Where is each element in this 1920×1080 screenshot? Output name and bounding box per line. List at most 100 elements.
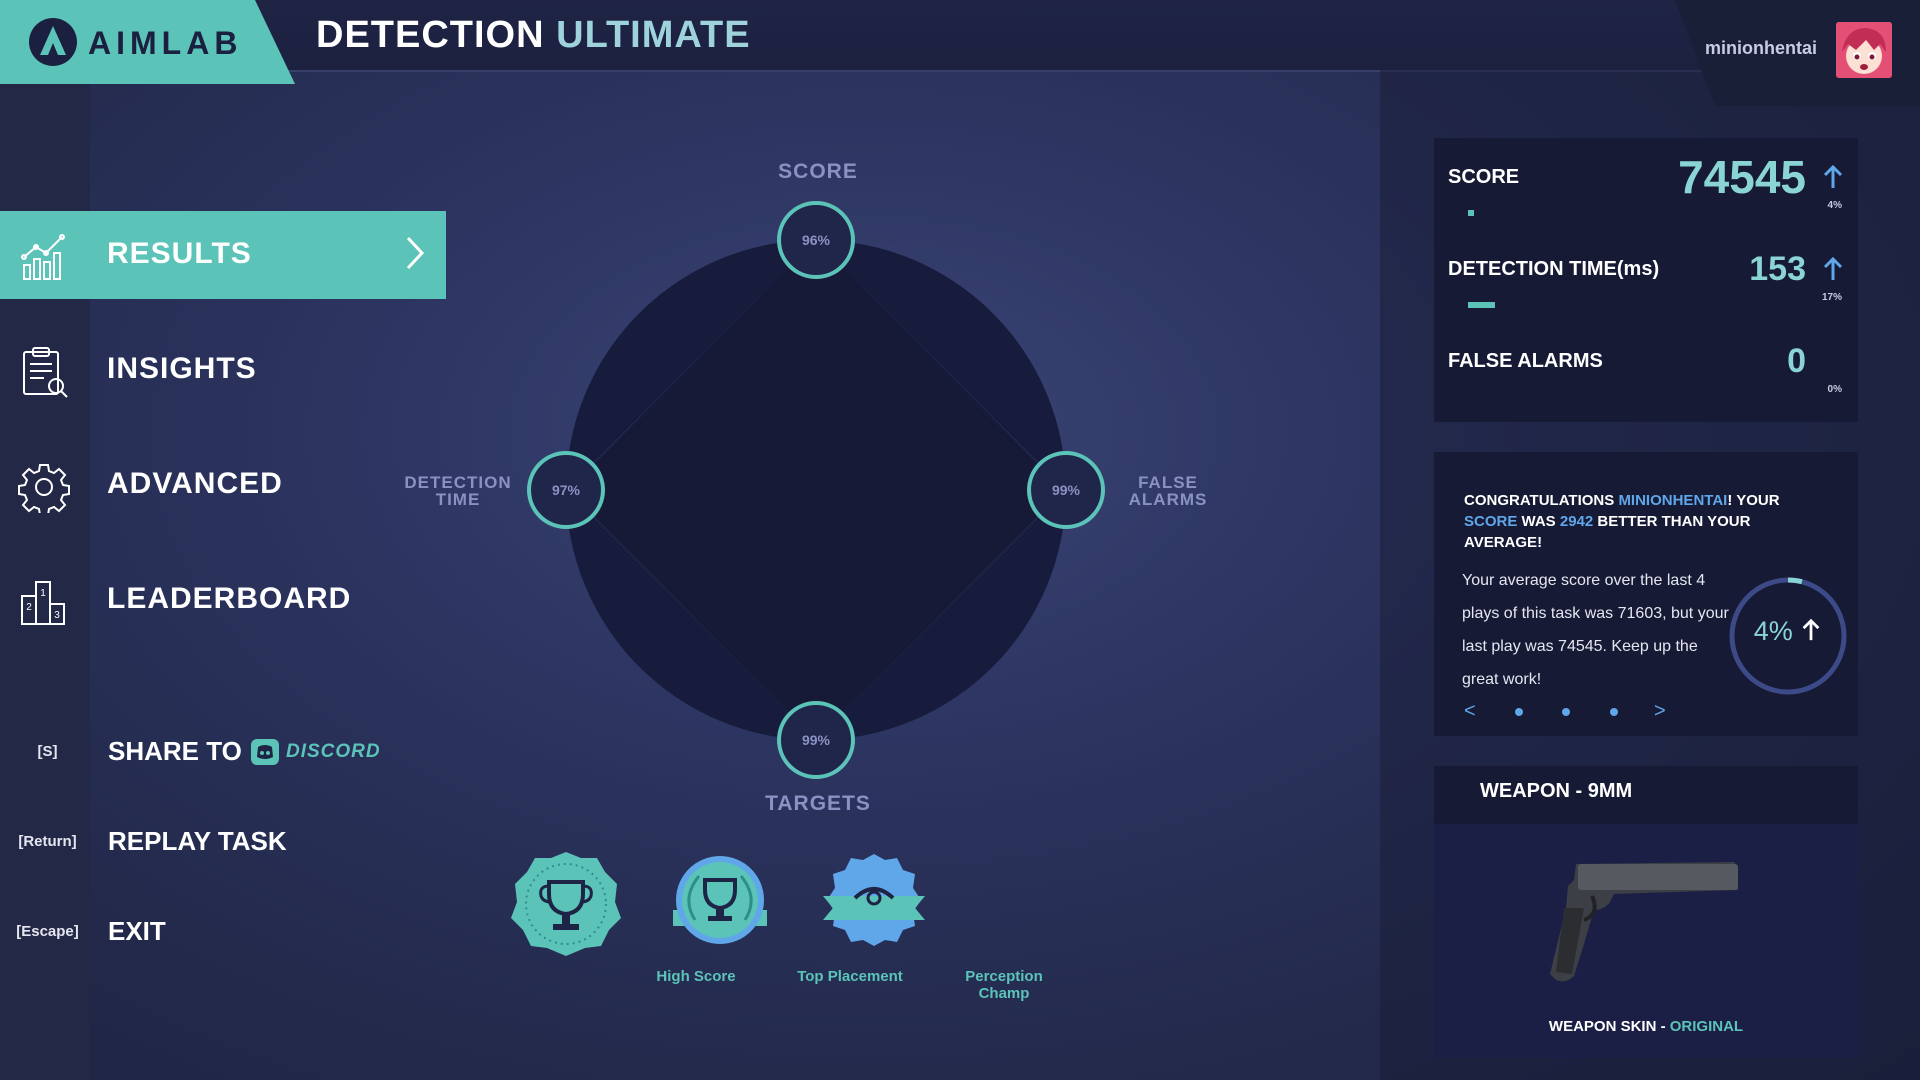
task-name: DETECTION [316,14,545,56]
gear-icon [18,464,70,513]
weapon-panel: WEAPON - 9MM WEAPON SKIN - ORIGINAL [1434,766,1858,1058]
hotkey-exit: [Escape] [16,923,79,940]
eye-icon [823,854,925,946]
nav-leaderboard[interactable]: 1 2 3 LEADERBOARD [0,556,446,644]
hotkey-share: [S] [37,743,58,760]
stat-value-score: 74545 [1678,151,1806,203]
weapon-skin-label: WEAPON SKIN - [1548,1018,1670,1035]
axis-label-false-alarms: FALSE ALARMS [1098,474,1238,508]
stat-label-score: SCORE [1448,166,1520,188]
nav-results[interactable]: RESULTS [0,211,446,299]
radar-node-false-alarms: 99% [1027,451,1105,529]
arrow-up-icon [1802,618,1820,641]
exit-action[interactable]: [Escape] EXIT [0,913,420,953]
prev-insight-button[interactable]: < [1464,700,1476,723]
congrats-username: MINIONHENTAI [1618,492,1728,509]
radar-node-value: 96% [802,232,831,248]
top-bar [0,0,1920,72]
exit-label: EXIT [108,916,166,946]
stats-panel: SCORE 74545 4% DETECTION TIME(ms) 153 17… [1434,138,1858,422]
podium-icon: 1 2 3 [21,581,65,625]
axis-label-detection-time: DETECTION TIME [388,474,528,508]
stat-row-detection-time: DETECTION TIME(ms) 153 17% [1434,242,1858,322]
congrats-score-word: SCORE [1464,513,1518,530]
pager-dot-1[interactable] [1515,708,1523,716]
badge-high-score[interactable]: High Score [501,850,736,985]
axis-label-detection-line1: DETECTION [404,473,512,492]
chevron-right-icon [406,236,425,270]
performance-radar: 96% 99% 99% 97% [527,201,1105,779]
pager-dot-2[interactable] [1562,708,1570,716]
improvement-ring: 4% [1726,574,1850,698]
arrow-up-icon [1823,256,1843,280]
username[interactable]: minionhentai [1705,38,1817,59]
stat-label-false-alarms: FALSE ALARMS [1448,350,1603,372]
badge-top-placement[interactable]: Top Placement [655,850,903,985]
stat-row-score: SCORE 74545 4% [1434,150,1858,230]
nav-label-advanced: ADVANCED [107,467,283,500]
hotkey-replay: [Return] [18,833,77,850]
pistol-image [1550,862,1738,982]
svg-text:2: 2 [26,602,32,613]
discord-wordmark: DISCORD [286,741,381,762]
axis-label-false-line2: ALARMS [1128,490,1208,509]
congrats-body: Your average score over the last 4 plays… [1462,572,1729,688]
clipboard-icon [23,347,68,398]
ring-value: 4% [1726,616,1850,647]
weapon-skin: WEAPON SKIN - ORIGINAL [1434,1018,1858,1035]
avatar-image [1836,22,1892,78]
axis-label-false-line1: FALSE [1138,473,1198,492]
congrats-heading: CONGRATULATIONS MINIONHENTAI! YOUR SCORE… [1464,490,1804,553]
weapon-skin-value: ORIGINAL [1669,1018,1744,1035]
congrats-text-3: YOUR [1732,492,1780,509]
pager-dot-3[interactable] [1610,708,1618,716]
radar-node-value: 99% [1052,482,1081,498]
aimlab-logo[interactable]: AIMLAB [0,0,295,84]
stat-pct-detection-time: 17% [1821,292,1842,303]
radar-node-value: 99% [802,732,831,748]
chart-icon [21,234,65,280]
stat-pct-false-alarms: 0% [1827,384,1842,395]
replay-task-action[interactable]: [Return] REPLAY TASK [0,823,420,863]
radar-node-value: 97% [552,482,581,498]
svg-text:3: 3 [54,610,60,621]
stat-row-false-alarms: FALSE ALARMS 0 0% [1434,334,1858,414]
nav-advanced[interactable]: ADVANCED [0,441,446,529]
badge-perception-champ[interactable]: Perception Champ [809,850,1043,1002]
badge-label-high-score: High Score [656,968,736,985]
nav-insights[interactable]: INSIGHTS [0,326,446,414]
page-title: DETECTION ULTIMATE [316,14,751,57]
badge-label-perception-champ: Perception Champ [965,968,1043,1002]
nav-label-leaderboard: LEADERBOARD [107,582,352,615]
stat-label-detection-time: DETECTION TIME(ms) [1448,258,1660,280]
discord-icon [251,739,279,765]
badge-label-top-placement: Top Placement [797,968,903,985]
congrats-text-1: CONGRATULATIONS [1464,492,1619,509]
stat-pct-score: 4% [1827,200,1842,211]
aimlab-logo-icon [29,18,77,66]
congrats-diff: 2942 [1559,513,1594,530]
radar-node-score: 96% [777,201,855,279]
nav-label-results: RESULTS [107,237,252,270]
nav-label-insights: INSIGHTS [107,352,257,385]
stat-value-false-alarms: 0 [1787,342,1806,380]
replay-label: REPLAY TASK [108,826,287,856]
radar-node-detection-time: 97% [527,451,605,529]
share-label: SHARE TO [108,736,242,766]
ring-percent: 4% [1753,616,1793,646]
axis-label-detection-line2: TIME [435,490,481,509]
next-insight-button[interactable]: > [1654,700,1666,723]
axis-label-score: SCORE [778,160,858,183]
radar-node-targets: 99% [777,701,855,779]
avatar[interactable] [1836,22,1892,78]
svg-text:1: 1 [40,588,46,599]
share-discord-action[interactable]: [S] SHARE TO DISCORD [0,733,420,773]
trophy-wreath-icon [673,856,767,944]
brand-name: AIMLAB [88,25,243,61]
task-variant: ULTIMATE [556,14,751,56]
stat-bar-detection-time [1468,302,1495,308]
arrow-up-icon [1823,164,1843,188]
trophy-icon [511,852,621,956]
axis-label-targets: TARGETS [765,792,871,815]
weapon-title: WEAPON - 9MM [1480,780,1633,802]
